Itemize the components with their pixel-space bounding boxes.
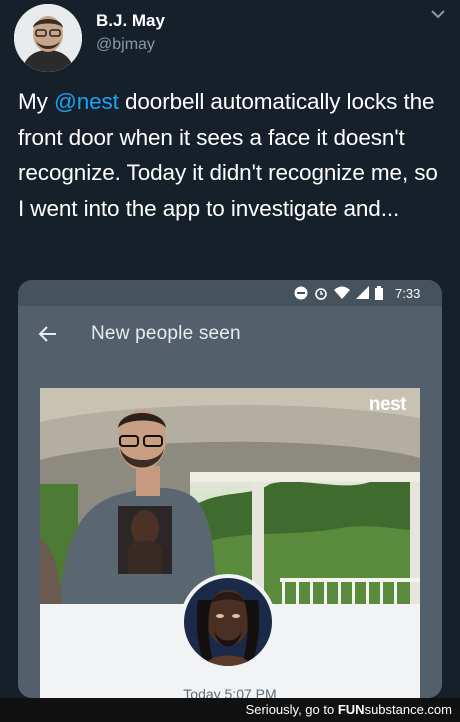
embedded-screenshot: 7:33 New people seen nest Today 5:07 PM bbox=[18, 280, 442, 698]
tweet-header: B.J. May @bjmay bbox=[0, 0, 460, 78]
doorbell-camera-image[interactable]: nest bbox=[40, 388, 420, 604]
recognized-face-thumbnail[interactable] bbox=[180, 574, 276, 670]
app-content: nest Today 5:07 PM bbox=[18, 362, 442, 698]
status-bar: 7:33 bbox=[18, 280, 442, 306]
chevron-down-icon[interactable] bbox=[428, 6, 448, 22]
arrow-left-icon[interactable] bbox=[36, 322, 60, 346]
tweet-text: My @nest doorbell automatically locks th… bbox=[18, 84, 450, 226]
watermark-site-bold: FUN bbox=[337, 702, 365, 717]
signal-icon bbox=[356, 286, 369, 299]
watermark-site-rest: substance.com bbox=[364, 702, 452, 717]
watermark-text: Seriously, go to FUNsubstance.com bbox=[246, 702, 452, 717]
battery-icon bbox=[375, 286, 383, 300]
nest-mention-link[interactable]: @nest bbox=[54, 89, 119, 114]
person-card[interactable]: nest Today 5:07 PM bbox=[40, 388, 420, 698]
status-time: 7:33 bbox=[395, 285, 421, 301]
event-timestamp: Today 5:07 PM bbox=[183, 686, 277, 698]
avatar[interactable] bbox=[14, 4, 82, 72]
alarm-icon bbox=[315, 288, 327, 300]
do-not-disturb-icon bbox=[294, 286, 308, 300]
watermark-prefix: Seriously, go to bbox=[245, 702, 338, 717]
app-title: New people seen bbox=[91, 323, 241, 344]
user-handle[interactable]: @bjmay bbox=[96, 36, 155, 54]
nest-logo: nest bbox=[368, 394, 407, 415]
display-name[interactable]: B.J. May bbox=[96, 11, 165, 31]
app-bar: New people seen bbox=[18, 306, 442, 362]
wifi-icon bbox=[334, 286, 350, 299]
watermark-bar: Seriously, go to FUNsubstance.com bbox=[0, 698, 460, 722]
tweet-text-start: My bbox=[18, 89, 54, 114]
